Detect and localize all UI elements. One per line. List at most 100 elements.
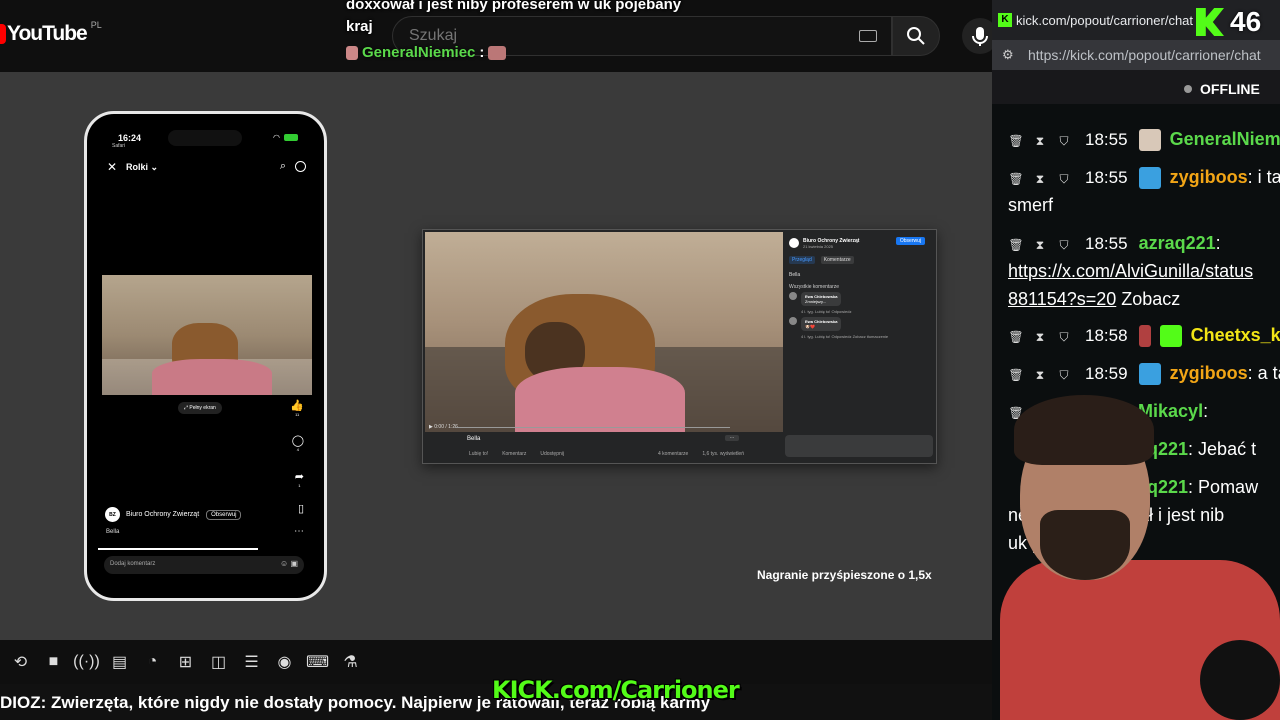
address-bar[interactable]: ⚙ https://kick.com/popout/carrioner/chat xyxy=(992,40,1280,70)
timeout-icon[interactable]: ⧗ xyxy=(1032,231,1048,259)
timeout-icon[interactable]: ⧗ xyxy=(1032,127,1048,155)
write-comment-input[interactable] xyxy=(785,435,933,457)
delete-icon[interactable]: 🗑 xyxy=(1008,127,1024,155)
more-options-button[interactable]: ⋯ xyxy=(725,435,739,441)
stop-icon[interactable]: ■ xyxy=(37,647,70,677)
user-badge-icon xyxy=(1138,363,1161,386)
reel-caption: Bella xyxy=(106,529,120,535)
delete-icon[interactable]: 🗑 xyxy=(1008,165,1024,193)
overlay-message-line1: doxxował i jest niby profeserem w uk poj… xyxy=(346,0,682,13)
message-username[interactable]: azraq221 xyxy=(1139,233,1216,253)
commenter-avatar[interactable] xyxy=(789,317,797,325)
timeout-icon[interactable]: ⧗ xyxy=(1032,165,1048,193)
kick-favicon-icon: K xyxy=(998,13,1012,27)
delete-icon[interactable]: 🗑 xyxy=(1008,231,1024,259)
comment-action[interactable]: Komentarz xyxy=(502,451,526,457)
ban-icon[interactable]: ⛉ xyxy=(1056,127,1072,155)
site-settings-icon[interactable]: ⚙ xyxy=(1002,47,1014,63)
broadcast-icon[interactable]: ((·)) xyxy=(70,647,103,677)
like-action[interactable]: Lubię to! xyxy=(469,451,488,457)
profile-icon[interactable] xyxy=(295,161,306,172)
comment-button[interactable]: ◯ 4 xyxy=(292,434,304,452)
chat-message: 🗑 ⧗ ⛉ 18:59 zygiboos: a ta xyxy=(1008,359,1280,389)
follow-button[interactable]: Obserwuj xyxy=(895,237,925,245)
close-icon[interactable]: ✕ xyxy=(107,160,117,174)
reel-video[interactable] xyxy=(102,275,312,395)
add-caption-icon[interactable]: ⊞ xyxy=(169,647,202,677)
keyboard-icon[interactable]: ⌨ xyxy=(301,647,334,677)
delete-icon[interactable]: 🗑 xyxy=(1008,361,1024,389)
save-button[interactable]: ▯ xyxy=(298,502,304,515)
split-icon[interactable]: ◫ xyxy=(202,647,235,677)
youtube-logo[interactable]: YouTube PL xyxy=(0,20,102,46)
timeout-icon[interactable]: ⧗ xyxy=(1032,323,1048,351)
play-icon[interactable]: ▶ xyxy=(429,424,433,430)
reel-progress-bar[interactable] xyxy=(98,548,258,550)
message-username[interactable]: zygiboos xyxy=(1170,363,1248,383)
message-username[interactable]: Cheetxs_k xyxy=(1191,325,1280,345)
flask-icon[interactable]: ⚗ xyxy=(334,647,367,677)
speed-note-caption: Nagranie przyśpieszone o 1,5x xyxy=(757,568,932,582)
loop-icon[interactable]: ⟲ xyxy=(4,647,37,677)
phone-screenshot: 16:24 Safari ◠ ✕ Rolki ⌄ ⌕ ⤢ Pełny ekran… xyxy=(84,111,327,601)
facebook-video[interactable]: ▶ 0:00 / 1:26 xyxy=(425,232,783,432)
ban-icon[interactable]: ⛉ xyxy=(1056,323,1072,351)
speedometer-icon[interactable]: ◔ xyxy=(136,647,169,677)
list-icon[interactable]: ☰ xyxy=(235,647,268,677)
blanket xyxy=(515,367,685,432)
url-text[interactable]: https://kick.com/popout/carrioner/chat xyxy=(1028,47,1261,63)
page-avatar[interactable] xyxy=(789,238,799,248)
ban-icon[interactable]: ⛉ xyxy=(1056,231,1072,259)
channel-name[interactable]: Biuro Ochrony Zwierząt xyxy=(126,511,199,518)
tab-overview[interactable]: Przegląd xyxy=(789,256,815,264)
reels-title[interactable]: Rolki ⌄ xyxy=(126,162,158,173)
message-text-cont: smerf xyxy=(1008,195,1053,215)
share-button[interactable]: ➦ 1 xyxy=(295,470,304,488)
keyboard-icon[interactable] xyxy=(859,30,877,42)
search-button[interactable] xyxy=(892,16,940,56)
comment-input[interactable]: Dodaj komentarz ☺ ▣ xyxy=(104,556,304,574)
follow-button[interactable]: Obserwuj xyxy=(206,509,242,520)
streamer-webcam xyxy=(1000,390,1280,720)
tab-title: kick.com/popout/carrioner/chat xyxy=(1016,13,1194,28)
comment-bubble: Ewa Chlebowska Zmniejszy... xyxy=(801,292,842,306)
chat-message: 🗑 ⧗ ⛉ 18:55 azraq221: xyxy=(1008,229,1221,259)
channel-avatar[interactable]: BZ xyxy=(105,507,120,522)
comment-meta: 4 l. tyg. Lubię to! Odpowiedz Zobacz tłu… xyxy=(801,334,889,339)
camera-icon[interactable]: ◉ xyxy=(268,647,301,677)
comment-text: Zmniejszy... xyxy=(805,299,827,304)
message-link[interactable]: https://x.com/AlviGunilla/status xyxy=(1008,257,1253,285)
video-controls[interactable]: ▶ 0:00 / 1:26 xyxy=(429,424,779,432)
message-username[interactable]: zygiboos xyxy=(1170,167,1248,187)
subtitles-icon[interactable]: ▤ xyxy=(103,647,136,677)
search-icon[interactable]: ⌕ xyxy=(280,160,286,173)
emoji-icon[interactable]: ☺ ▣ xyxy=(280,559,298,568)
tab-comments[interactable]: Komentarze xyxy=(820,256,854,264)
delete-icon[interactable]: 🗑 xyxy=(1008,323,1024,351)
message-link-cont[interactable]: 881154?s=20 xyxy=(1008,289,1116,309)
channel-row: BZ Biuro Ochrony Zwierząt Obserwuj xyxy=(105,507,242,522)
youtube-logo-icon xyxy=(0,24,6,44)
battery-icon xyxy=(284,134,298,141)
viewer-count-badge: 46 xyxy=(1196,6,1261,38)
commenter-avatar[interactable] xyxy=(789,292,797,300)
comment-count-label[interactable]: 4 komentarze xyxy=(658,451,688,457)
page-name[interactable]: Biuro Ochrony Zwierząt 21 kwietnia 2025 xyxy=(803,238,859,249)
blanket xyxy=(152,359,272,395)
user-badge-icon xyxy=(1138,325,1151,348)
video-seekbar[interactable] xyxy=(455,427,730,428)
comment-sort-dropdown[interactable]: Wszystkie komentarze xyxy=(789,284,839,290)
like-button[interactable]: 👍 11 xyxy=(290,399,304,417)
bookmark-icon: ▯ xyxy=(297,503,304,515)
fullscreen-button[interactable]: ⤢ Pełny ekran xyxy=(178,402,222,414)
ban-icon[interactable]: ⛉ xyxy=(1056,165,1072,193)
more-icon[interactable]: ⋯ xyxy=(294,526,304,537)
message-username[interactable]: GeneralNiemi xyxy=(1170,129,1280,149)
message-text: : xyxy=(1215,233,1221,253)
overlay-message-line2: kraj xyxy=(346,18,373,35)
timeout-icon[interactable]: ⧗ xyxy=(1032,361,1048,389)
share-action[interactable]: Udostępnij xyxy=(540,451,564,457)
ban-icon[interactable]: ⛉ xyxy=(1056,361,1072,389)
share-count: 1 xyxy=(298,483,301,488)
comment-meta: 4 l. tyg. Lubię to! Odpowiedz xyxy=(801,309,852,314)
